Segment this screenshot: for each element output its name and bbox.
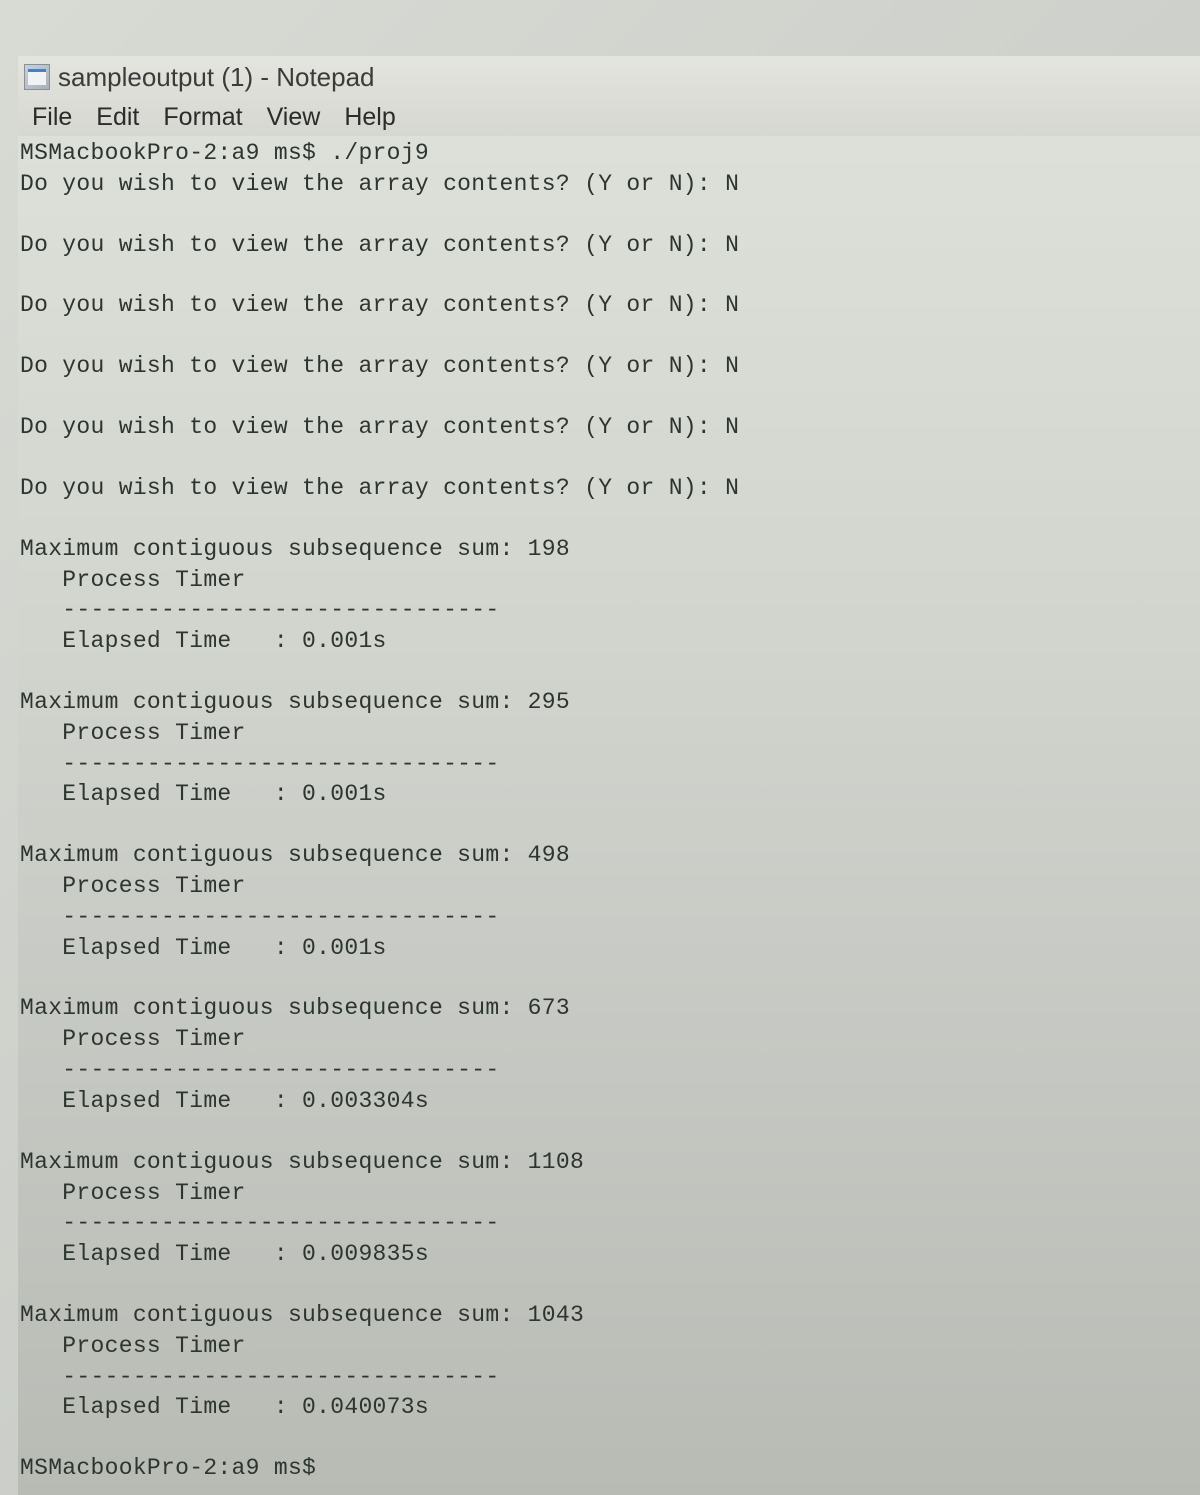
text-line: Maximum contiguous subsequence sum: 673 (20, 993, 1198, 1024)
menu-help[interactable]: Help (332, 99, 407, 136)
text-line (20, 504, 1198, 534)
window-title: sampleoutput (1) - Notepad (58, 62, 375, 93)
text-line: ------------------------------- (20, 595, 1198, 626)
text-line: Elapsed Time : 0.040073s (20, 1392, 1198, 1423)
text-line: ------------------------------- (20, 902, 1198, 933)
text-line: Do you wish to view the array contents? … (20, 290, 1198, 321)
text-line: Maximum contiguous subsequence sum: 295 (20, 687, 1198, 718)
text-line: Maximum contiguous subsequence sum: 1043 (20, 1300, 1198, 1331)
text-line (20, 200, 1198, 230)
text-line: Do you wish to view the array contents? … (20, 351, 1198, 382)
menu-view[interactable]: View (255, 99, 333, 136)
text-area[interactable]: MSMacbookPro-2:a9 ms$ ./proj9Do you wish… (18, 136, 1200, 1486)
text-line (20, 321, 1198, 351)
text-line: MSMacbookPro-2:a9 ms$ (20, 1453, 1198, 1484)
menu-edit[interactable]: Edit (84, 99, 151, 136)
text-line: Do you wish to view the array contents? … (20, 473, 1198, 504)
text-line: ------------------------------- (20, 1208, 1198, 1239)
text-line: Process Timer (20, 565, 1198, 596)
text-line (20, 443, 1198, 473)
text-line (20, 657, 1198, 687)
menu-bar: File Edit Format View Help (18, 98, 1200, 136)
menu-file[interactable]: File (20, 99, 84, 136)
text-line: Elapsed Time : 0.009835s (20, 1239, 1198, 1270)
text-line: Process Timer (20, 1024, 1198, 1055)
text-line: Elapsed Time : 0.001s (20, 779, 1198, 810)
text-line: Process Timer (20, 871, 1198, 902)
text-line: Maximum contiguous subsequence sum: 198 (20, 534, 1198, 565)
title-bar[interactable]: sampleoutput (1) - Notepad (18, 56, 1200, 98)
text-line (20, 1423, 1198, 1453)
text-line: Maximum contiguous subsequence sum: 498 (20, 840, 1198, 871)
text-line: MSMacbookPro-2:a9 ms$ ./proj9 (20, 138, 1198, 169)
menu-format[interactable]: Format (151, 99, 254, 136)
notepad-window: sampleoutput (1) - Notepad File Edit For… (18, 56, 1200, 1495)
text-line: Do you wish to view the array contents? … (20, 412, 1198, 443)
text-line: Do you wish to view the array contents? … (20, 230, 1198, 261)
text-line (20, 260, 1198, 290)
text-line (20, 810, 1198, 840)
text-line: Process Timer (20, 718, 1198, 749)
text-line (20, 1270, 1198, 1300)
text-line: ------------------------------- (20, 1362, 1198, 1393)
text-line (20, 382, 1198, 412)
text-line: Elapsed Time : 0.001s (20, 626, 1198, 657)
text-line: Maximum contiguous subsequence sum: 1108 (20, 1147, 1198, 1178)
text-line: Process Timer (20, 1178, 1198, 1209)
text-line (20, 963, 1198, 993)
text-line: Do you wish to view the array contents? … (20, 169, 1198, 200)
notepad-icon (24, 64, 50, 90)
text-line: Elapsed Time : 0.001s (20, 933, 1198, 964)
text-line: Elapsed Time : 0.003304s (20, 1086, 1198, 1117)
text-line: ------------------------------- (20, 1055, 1198, 1086)
text-line (20, 1117, 1198, 1147)
text-line: Process Timer (20, 1331, 1198, 1362)
text-line: ------------------------------- (20, 749, 1198, 780)
